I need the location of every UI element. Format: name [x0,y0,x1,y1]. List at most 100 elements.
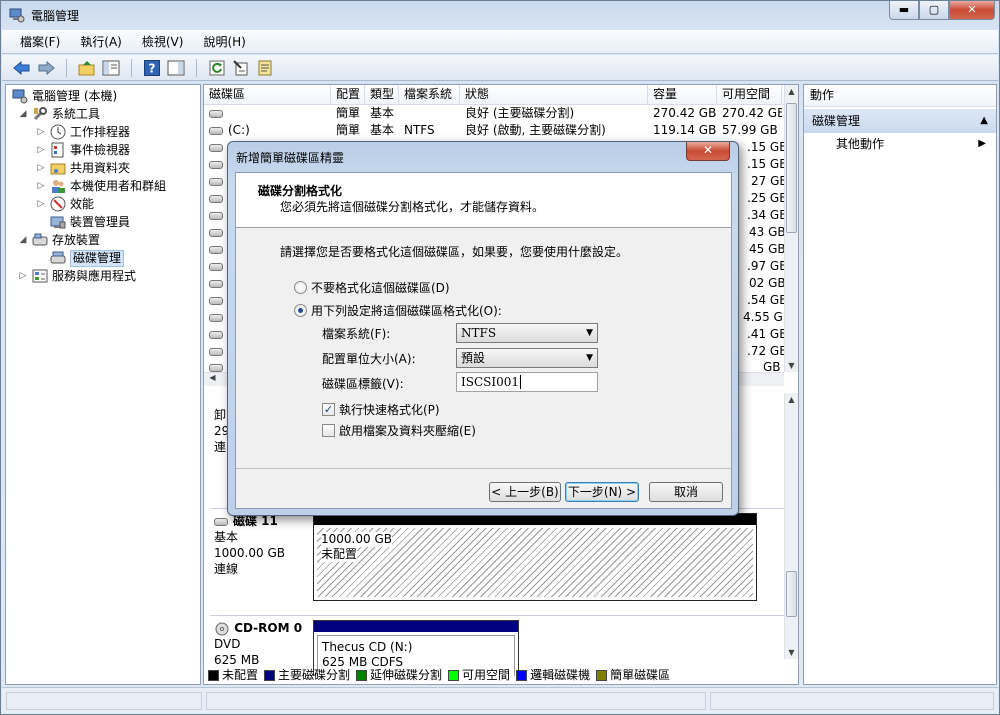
column-header-capacity[interactable]: 容量 [648,85,717,104]
radio-format[interactable]: 用下列設定將這個磁碟區格式化(O): [294,302,502,318]
wizard-heading: 磁碟分割格式化 [258,184,343,198]
radio-no-format[interactable]: 不要格式化這個磁碟區(D) [294,279,450,295]
checkbox-checked[interactable]: ✓ [322,402,335,416]
free-space-cell: .72 GB [747,344,788,358]
unallocated-partition[interactable]: 1000.00 GB 未配置 [313,513,757,601]
collapse-arrow-icon[interactable]: ◢ [18,231,28,249]
column-header-status[interactable]: 狀態 [460,85,648,104]
status-segment [206,692,706,710]
up-folder-icon[interactable] [77,58,97,78]
tree-label: 工作排程器 [70,125,131,139]
filesystem-select[interactable]: NTFS ▼ [456,323,598,343]
action-more-actions[interactable]: 其他動作 ▶ [804,133,996,155]
tree-item-event-viewer[interactable]: ▷ 事件檢視器 [6,141,200,159]
column-header-type[interactable]: 類型 [365,85,399,104]
checkbox-unchecked[interactable] [322,423,335,437]
scroll-up-arrow-icon[interactable]: ▲ [785,87,798,96]
properties-icon[interactable] [231,58,251,78]
expand-arrow-icon[interactable]: ▷ [18,267,28,285]
free-space-cell: .41 GB [747,327,788,341]
capacity-cell: 119.14 GB [653,123,717,137]
legend-item: 邏輯磁碟機 [516,666,590,683]
tree-item-root[interactable]: 電腦管理 (本機) [6,87,200,105]
expand-arrow-icon[interactable]: ▷ [36,177,46,195]
cancel-button[interactable]: 取消 [649,482,723,502]
allocation-unit-select[interactable]: 預設 ▼ [456,348,598,368]
cd-drive-icon [215,622,229,635]
navigation-tree: 電腦管理 (本機) ◢ 系統工具 ▷ 工作排程器 ▷ 事件檢視器 ▷ 共用資料夾… [5,84,201,685]
tree-item-storage[interactable]: ◢ 存放裝置 [6,231,200,249]
cdrom-name: CD-ROM 0 [214,620,309,636]
device-manager-icon [50,216,66,229]
help-icon[interactable]: ? [142,58,162,78]
close-button[interactable]: ✕ [949,1,995,20]
legend-label: 簡單磁碟區 [610,667,671,682]
disk-row-disk11[interactable]: 磁碟 11 基本 1000.00 GB 連線 1000.00 GB 未配置 [210,508,784,612]
disk-view-scrollbar[interactable]: ▲ ▼ [784,393,798,659]
column-header-free-space[interactable]: 可用空間 [717,85,782,104]
column-header-filesystem[interactable]: 檔案系統 [399,85,460,104]
expand-arrow-icon[interactable]: ▷ [36,159,46,177]
scroll-down-arrow-icon[interactable]: ▼ [785,361,798,370]
menu-action[interactable]: 執行(A) [70,33,132,50]
checkbox-label: 啟用檔案及資料夾壓縮(E) [339,423,476,438]
minimize-button[interactable]: ▬ [889,1,919,20]
computer-management-icon [9,8,25,23]
scrollbar-thumb[interactable] [786,571,797,617]
column-header-volume[interactable]: 磁碟區 [204,85,331,104]
volume-label-input[interactable]: ISCSI001 [456,372,598,392]
volume-list-scrollbar[interactable]: ▲ ▼ [784,85,798,372]
free-space-cell: .97 GB [747,259,788,273]
legend-swatch [264,669,276,681]
dialog-close-button[interactable]: ✕ [686,142,730,161]
show-tree-icon[interactable] [101,58,121,78]
menu-view[interactable]: 檢視(V) [132,33,194,50]
tree-item-shared-folders[interactable]: ▷ 共用資料夾 [6,159,200,177]
cdrom-type: DVD [214,637,241,651]
scrollbar-thumb[interactable] [786,103,797,233]
wizard-prompt: 請選擇您是否要格式化這個磁碟區，如果要，您要使用什麼設定。 [280,245,629,259]
tree-item-device-manager[interactable]: 裝置管理員 [6,213,200,231]
compression-checkbox[interactable]: 啟用檔案及資料夾壓縮(E) [322,422,476,438]
back-arrow-icon[interactable] [12,58,32,78]
window-controls: ▬ ▢ ✕ [889,1,995,20]
free-space-cell: 27 GB [751,174,788,188]
scroll-up-arrow-icon[interactable]: ▲ [785,395,798,404]
scroll-left-arrow-icon[interactable]: ◀ [206,373,219,382]
actions-group-disk-management[interactable]: 磁碟管理 ▲ [804,109,996,133]
back-button[interactable]: < 上一步(B) [489,482,561,502]
radio-button[interactable] [294,280,307,294]
table-row[interactable]: (C:) 簡單 基本 NTFS 良好 (啟動, 主要磁碟分割) 119.14 G… [204,122,784,139]
collapse-up-icon[interactable]: ▲ [980,109,988,133]
tree-item-services[interactable]: ▷ 服務與應用程式 [6,267,200,285]
wizard-header: 磁碟分割格式化 您必須先將這個磁碟分割格式化，才能儲存資料。 [236,173,731,228]
tree-item-system-tools[interactable]: ◢ 系統工具 [6,105,200,123]
maximize-button[interactable]: ▢ [919,1,949,20]
scroll-down-arrow-icon[interactable]: ▼ [785,648,798,657]
column-header-layout[interactable]: 配置 [331,85,365,104]
dropdown-arrow-icon: ▼ [586,353,593,363]
collapse-arrow-icon[interactable]: ◢ [18,105,28,123]
menu-help[interactable]: 說明(H) [193,33,255,50]
tree-label: 磁碟管理 [70,250,125,267]
expand-arrow-icon[interactable]: ▷ [36,141,46,159]
show-action-pane-icon[interactable] [166,58,186,78]
export-list-icon[interactable] [255,58,275,78]
tree-item-task-scheduler[interactable]: ▷ 工作排程器 [6,123,200,141]
menu-file[interactable]: 檔案(F) [10,33,70,50]
tree-item-disk-management[interactable]: 磁碟管理 [6,249,200,267]
expand-arrow-icon[interactable]: ▷ [36,195,46,213]
checkbox-label: 執行快速格式化(P) [339,402,440,417]
status-cell: 良好 (主要磁碟分割) [465,106,575,120]
refresh-icon[interactable] [207,58,227,78]
expand-arrow-icon[interactable]: ▷ [36,123,46,141]
next-button[interactable]: 下一步(N) > [565,482,639,502]
table-row[interactable]: 簡單 基本 良好 (主要磁碟分割) 270.42 GB 270.42 GB [204,105,784,122]
tree-item-local-users[interactable]: ▷ 本機使用者和群組 [6,177,200,195]
forward-arrow-icon[interactable] [36,58,56,78]
free-space-cell: .15 GB [747,157,788,171]
tree-item-performance[interactable]: ▷ 效能 [6,195,200,213]
quick-format-checkbox[interactable]: ✓ 執行快速格式化(P) [322,401,440,417]
radio-button-checked[interactable] [294,303,307,317]
actions-pane: 動作 磁碟管理 ▲ 其他動作 ▶ [803,84,997,685]
